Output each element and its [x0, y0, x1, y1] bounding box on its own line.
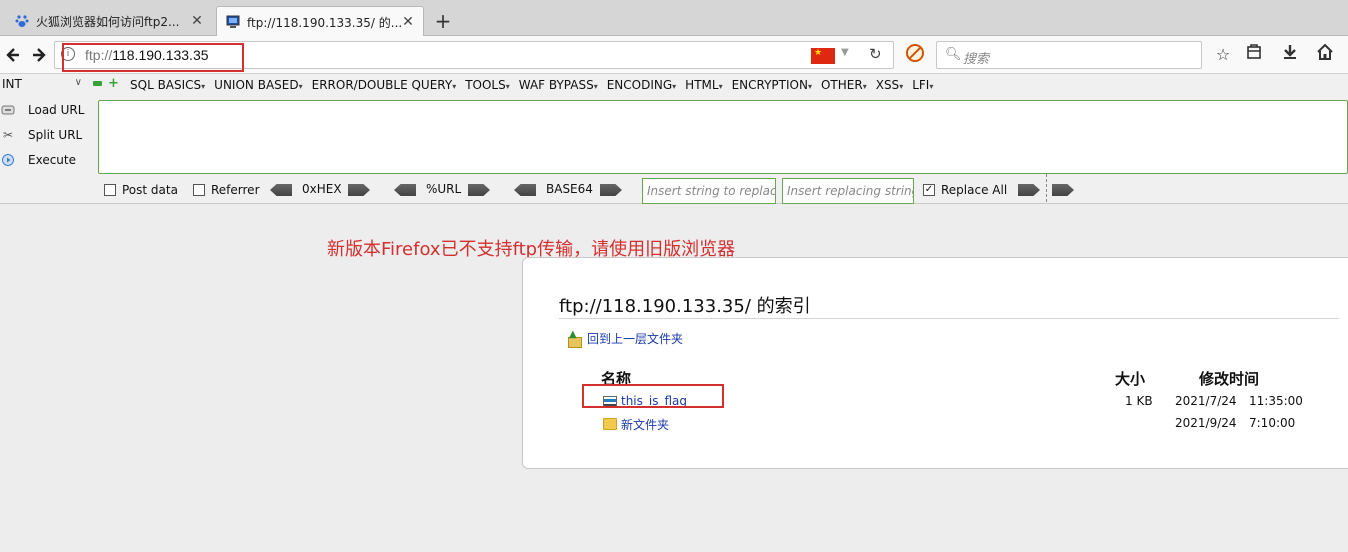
url-encoding-label: %URL: [426, 182, 462, 196]
home-icon[interactable]: [1314, 43, 1336, 66]
menu-encryption[interactable]: ENCRYPTION: [732, 78, 812, 92]
post-data-label: Post data: [122, 183, 178, 197]
download-icon[interactable]: [1279, 44, 1301, 66]
load-url-label: Load URL: [28, 103, 85, 117]
play-icon: [0, 152, 16, 168]
checkbox-box-checked[interactable]: ✓: [923, 184, 935, 196]
menu-sql-basics[interactable]: SQL BASICS: [130, 78, 205, 92]
table-row-date: 2021/9/24: [1175, 416, 1237, 430]
divider: [1046, 174, 1047, 202]
bookmark-star-icon[interactable]: ☆: [1212, 44, 1234, 66]
reload-icon[interactable]: ↻: [869, 45, 882, 63]
hackbar-panel: Load URL ✂ Split URL Execute Post data R…: [0, 96, 1348, 204]
checkbox-box[interactable]: [104, 184, 116, 196]
referrer-label: Referrer: [211, 183, 260, 197]
url-encode-arrow-icon[interactable]: [468, 184, 490, 196]
hackbar-url-textarea[interactable]: [98, 100, 1348, 174]
highlight-box-url: [62, 43, 244, 72]
hackbar-menu: INT ∨ + SQL BASICS UNION BASED ERROR/DOU…: [0, 74, 1348, 96]
int-select-value: INT: [2, 77, 22, 91]
scissors-icon: ✂: [2, 128, 14, 142]
folder-link[interactable]: 新文件夹: [621, 418, 669, 432]
table-row-time: 11:35:00: [1249, 394, 1303, 408]
menu-encoding[interactable]: ENCODING: [607, 78, 676, 92]
menu-html[interactable]: HTML: [685, 78, 722, 92]
hackbar-menu-items: SQL BASICS UNION BASED ERROR/DOUBLE QUER…: [130, 78, 933, 92]
menu-other[interactable]: OTHER: [821, 78, 867, 92]
execute-label: Execute: [28, 153, 76, 167]
search-icon: 🔍︎: [945, 47, 962, 62]
load-url-button[interactable]: Load URL: [0, 99, 84, 121]
new-tab-button[interactable]: +: [432, 10, 454, 32]
folder-icon: [603, 418, 617, 430]
checkbox-box[interactable]: [193, 184, 205, 196]
chevron-down-icon[interactable]: ▼: [841, 47, 849, 58]
hackbar-options: Post data Referrer 0xHEX %URL BASE64 Ins…: [104, 174, 1344, 204]
block-icon[interactable]: [906, 44, 924, 62]
search-placeholder: 搜索: [963, 52, 990, 67]
base64-label: BASE64: [546, 182, 593, 196]
table-row-size: 1 KB: [1125, 394, 1153, 408]
hex-decode-arrow-icon[interactable]: [270, 184, 292, 196]
split-url-button[interactable]: ✂ Split URL: [0, 124, 82, 146]
chevron-down-icon: ∨: [74, 77, 82, 88]
column-header-size[interactable]: 大小: [1115, 368, 1145, 389]
tab-baidu[interactable]: 火狐浏览器如何访问ftp2... ✕: [6, 6, 212, 36]
page-content: 新版本Firefox已不支持ftp传输，请使用旧版浏览器 ftp://118.1…: [0, 205, 1348, 552]
int-select[interactable]: INT ∨: [0, 77, 86, 93]
tab-title: ftp://118.190.133.35/ 的...: [247, 15, 401, 30]
menu-error-double-query[interactable]: ERROR/DOUBLE QUERY: [312, 78, 457, 92]
plus-icon[interactable]: +: [108, 77, 119, 90]
china-flag-icon: ★: [811, 48, 835, 64]
column-header-modified[interactable]: 修改时间: [1199, 368, 1259, 389]
page-title: ftp://118.190.133.35/ 的索引: [559, 296, 811, 317]
table-row-name[interactable]: 新文件夹: [621, 416, 669, 433]
close-icon[interactable]: ✕: [401, 14, 415, 30]
highlight-box-flag: [582, 384, 724, 408]
execute-button[interactable]: Execute: [0, 149, 76, 171]
menu-tools[interactable]: TOOLS: [465, 78, 510, 92]
divider: [559, 318, 1339, 319]
back-arrow-icon[interactable]: [2, 44, 24, 66]
menu-xss[interactable]: XSS: [876, 78, 903, 92]
replace-all-label: Replace All: [941, 183, 1008, 197]
post-data-checkbox[interactable]: Post data: [104, 183, 178, 197]
menu-waf-bypass[interactable]: WAF BYPASS: [519, 78, 598, 92]
replace-string-input[interactable]: Insert string to replace: [642, 178, 776, 204]
menu-lfi[interactable]: LFI: [912, 78, 933, 92]
parent-directory-link[interactable]: 回到上一层文件夹: [567, 329, 684, 348]
base64-encode-arrow-icon[interactable]: [600, 184, 622, 196]
replace-arrow-icon[interactable]: [1018, 184, 1040, 196]
forward-arrow-icon[interactable]: [28, 44, 50, 66]
tab-ftp-index[interactable]: ftp://118.190.133.35/ 的... ✕: [216, 6, 424, 37]
baidu-paw-icon: [14, 13, 30, 29]
base64-decode-arrow-icon[interactable]: [514, 184, 536, 196]
minus-icon[interactable]: [93, 81, 102, 86]
table-row-date: 2021/7/24: [1175, 394, 1237, 408]
split-url-label: Split URL: [28, 128, 83, 142]
search-input[interactable]: 🔍︎ 搜索: [936, 41, 1202, 69]
replacing-string-input[interactable]: Insert replacing string: [782, 178, 914, 204]
url-decode-arrow-icon[interactable]: [394, 184, 416, 196]
replace-all-checkbox[interactable]: ✓ Replace All: [923, 183, 1007, 197]
monitor-icon: [225, 14, 241, 30]
ftp-index-card: ftp://118.190.133.35/ 的索引 回到上一层文件夹 名称 大小…: [522, 257, 1348, 469]
tab-title: 火狐浏览器如何访问ftp2...: [36, 14, 180, 29]
hex-label: 0xHEX: [302, 182, 342, 196]
reading-list-icon[interactable]: [1243, 44, 1265, 66]
tab-strip: 火狐浏览器如何访问ftp2... ✕ ftp://118.190.133.35/…: [0, 0, 1348, 37]
referrer-checkbox[interactable]: Referrer: [193, 183, 260, 197]
load-url-icon: [0, 102, 16, 118]
replace-arrow-icon[interactable]: [1052, 184, 1074, 196]
close-icon[interactable]: ✕: [190, 13, 204, 29]
parent-directory-label: 回到上一层文件夹: [587, 332, 684, 346]
menu-union-based[interactable]: UNION BASED: [214, 78, 302, 92]
table-row-time: 7:10:00: [1249, 416, 1296, 430]
up-folder-icon: [567, 329, 582, 348]
hex-encode-arrow-icon[interactable]: [348, 184, 370, 196]
